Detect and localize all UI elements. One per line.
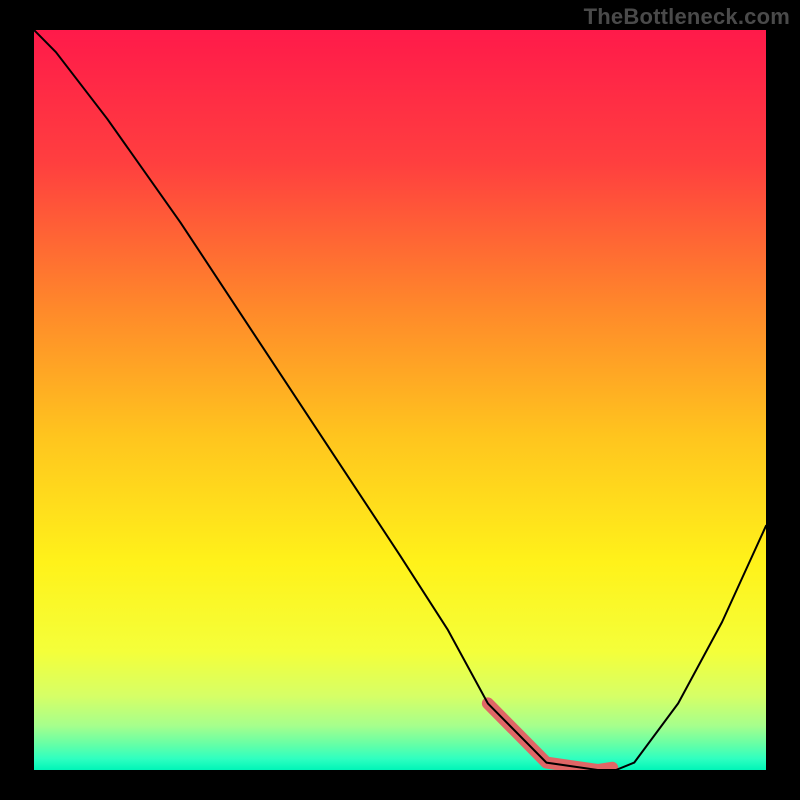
gradient-background xyxy=(34,30,766,770)
plot-svg xyxy=(34,30,766,770)
watermark-label: TheBottleneck.com xyxy=(584,4,790,30)
plot-area xyxy=(34,30,766,770)
chart-frame: TheBottleneck.com xyxy=(0,0,800,800)
